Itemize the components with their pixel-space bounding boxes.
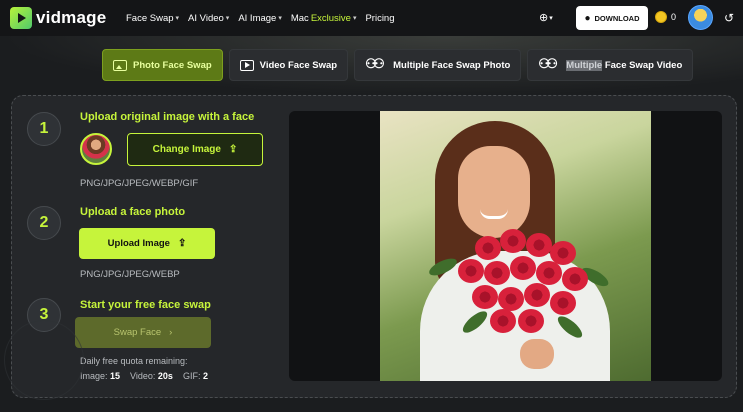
upload-icon: ⇪ bbox=[177, 238, 187, 249]
nav-label: AI Video bbox=[188, 12, 224, 24]
step-2-title: Upload a face photo bbox=[80, 206, 186, 218]
image-preview bbox=[289, 111, 722, 381]
photo-rose bbox=[510, 256, 536, 280]
photo-rose bbox=[498, 287, 524, 311]
photo-rose bbox=[484, 261, 510, 285]
nav-label: Mac bbox=[290, 12, 309, 24]
tab-label-highlight: Multiple bbox=[566, 59, 603, 71]
nav-ai-video[interactable]: AI Video ▾ bbox=[188, 13, 229, 24]
photo-rose bbox=[458, 259, 484, 283]
main-nav: Face Swap ▾ AI Video ▾ AI Image ▾ Mac Ex… bbox=[126, 0, 395, 36]
quota-video-label: Video: bbox=[130, 371, 156, 381]
download-button[interactable]: ● DOWNLOAD bbox=[576, 6, 648, 30]
tab-label: Video Face Swap bbox=[259, 59, 338, 71]
avatar[interactable] bbox=[688, 5, 713, 30]
chevron-down-icon: ▾ bbox=[175, 15, 180, 22]
quota-video: Video: 20s bbox=[130, 371, 173, 381]
step-1-formats: PNG/JPG/JPEG/WEBP/GIF bbox=[80, 178, 199, 189]
step-number-2: 2 bbox=[27, 206, 61, 240]
history-icon[interactable]: ↺ bbox=[720, 9, 738, 27]
nav-label: Pricing bbox=[365, 12, 395, 24]
change-image-button[interactable]: Change Image ⇪ bbox=[127, 133, 263, 166]
language-selector[interactable]: ⊕ ▾ bbox=[539, 11, 553, 24]
quota-video-value: 20s bbox=[157, 371, 173, 381]
step-3-title: Start your free face swap bbox=[80, 299, 211, 311]
photo-rose bbox=[562, 267, 588, 291]
tab-label: Face Swap Video bbox=[602, 59, 683, 71]
quota-image-value: 15 bbox=[110, 371, 121, 381]
tab-video-face-swap[interactable]: Video Face Swap bbox=[228, 49, 349, 81]
tab-multiple-face-swap-video[interactable]: Multiple Face Swap Video bbox=[527, 49, 694, 81]
photo-rose bbox=[500, 229, 526, 253]
original-image-thumbnail[interactable] bbox=[80, 133, 112, 165]
coin-count: 0 bbox=[671, 12, 677, 22]
nav-ai-image[interactable]: AI Image ▾ bbox=[238, 13, 282, 24]
quota-gif-label: GIF: bbox=[182, 371, 201, 381]
image-icon bbox=[113, 59, 127, 71]
quota-image: Image: 15 bbox=[80, 371, 120, 381]
change-image-label: Change Image bbox=[152, 144, 221, 155]
video-icon bbox=[239, 59, 254, 71]
tab-label: Multiple Face Swap Photo bbox=[393, 59, 511, 71]
nav-mac-exclusive[interactable]: Mac Exclusive ▾ bbox=[291, 13, 357, 24]
quota-gif-value: 2 bbox=[202, 371, 208, 381]
upload-image-label: Upload Image bbox=[107, 238, 170, 249]
upload-image-button[interactable]: Upload Image ⇪ bbox=[79, 228, 215, 259]
swap-face-button[interactable]: Swap Face › bbox=[75, 317, 211, 348]
watermark-circle bbox=[4, 320, 84, 400]
photo-rose bbox=[550, 291, 576, 315]
nav-label: Face Swap bbox=[126, 12, 174, 24]
nav-label: AI Image bbox=[238, 12, 277, 24]
download-label: DOWNLOAD bbox=[594, 13, 640, 23]
brand-name: vidmage bbox=[36, 8, 107, 27]
photo-face bbox=[458, 146, 530, 238]
tab-photo-face-swap[interactable]: Photo Face Swap bbox=[102, 49, 223, 81]
photo-rose bbox=[490, 309, 516, 333]
mode-tabs: Photo Face Swap Video Face Swap Multiple… bbox=[102, 49, 694, 81]
people-icon bbox=[538, 58, 560, 71]
globe-icon: ⊕ bbox=[539, 12, 549, 24]
quota-gif: GIF: 2 bbox=[183, 371, 208, 381]
coin-icon bbox=[655, 11, 667, 23]
nav-label-accent: Exclusive bbox=[310, 12, 351, 24]
tab-multiple-face-swap-photo[interactable]: Multiple Face Swap Photo bbox=[354, 49, 522, 81]
quota-label: Daily free quota remaining: bbox=[80, 356, 188, 366]
step-1-title: Upload original image with a face bbox=[80, 111, 255, 123]
upload-icon: ⇪ bbox=[228, 144, 238, 155]
photo-rose bbox=[518, 309, 544, 333]
apple-icon: ● bbox=[584, 12, 591, 24]
nav-face-swap[interactable]: Face Swap ▾ bbox=[126, 13, 179, 24]
step-number-1: 1 bbox=[27, 112, 61, 146]
chevron-right-icon: › bbox=[169, 327, 173, 338]
top-header: vidmage Face Swap ▾ AI Video ▾ AI Image … bbox=[0, 0, 743, 36]
photo-rose bbox=[524, 283, 550, 307]
chevron-down-icon: ▾ bbox=[352, 15, 357, 22]
photo-rose bbox=[472, 285, 498, 309]
chevron-down-icon: ▾ bbox=[225, 15, 230, 22]
photo-rose bbox=[536, 261, 562, 285]
coin-balance[interactable]: 0 bbox=[655, 11, 676, 23]
preview-photo bbox=[380, 111, 651, 381]
photo-rose bbox=[475, 236, 501, 260]
quota-image-label: Image: bbox=[80, 371, 108, 381]
swap-face-label: Swap Face bbox=[113, 327, 162, 338]
logo-icon bbox=[10, 7, 32, 29]
step-2-formats: PNG/JPG/JPEG/WEBP bbox=[80, 269, 180, 280]
quota-values: Image: 15 Video: 20s GIF: 2 bbox=[80, 371, 208, 381]
tab-label: Photo Face Swap bbox=[133, 59, 212, 71]
chevron-down-icon: ▾ bbox=[278, 15, 282, 22]
photo-rose bbox=[526, 233, 552, 257]
photo-hand bbox=[520, 339, 554, 369]
people-icon bbox=[365, 58, 387, 71]
chevron-down-icon: ▾ bbox=[549, 14, 553, 22]
nav-pricing[interactable]: Pricing bbox=[365, 13, 394, 24]
brand-logo[interactable]: vidmage bbox=[10, 7, 106, 29]
